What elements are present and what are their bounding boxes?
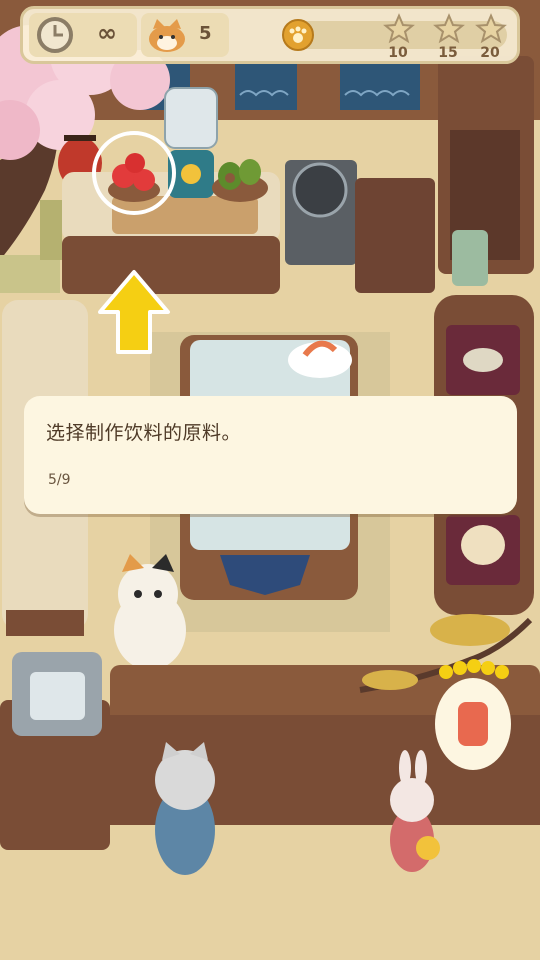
paw-coin-icon bbox=[282, 19, 314, 51]
hud-bar: ∞ 5 10 15 20 bbox=[20, 6, 520, 64]
timer-value: ∞ bbox=[97, 19, 117, 47]
grey-cat-customer[interactable] bbox=[155, 742, 215, 875]
shiba-count: 5 bbox=[199, 23, 212, 44]
shiba-slot: 5 bbox=[141, 13, 229, 57]
tutorial-step-counter: 5/9 bbox=[48, 472, 71, 488]
timer-slot: ∞ bbox=[29, 13, 137, 57]
star-icon bbox=[475, 13, 507, 44]
cash-register[interactable] bbox=[12, 652, 102, 736]
tutorial-message: 选择制作饮料的原料。 bbox=[46, 422, 242, 444]
star-goal-label: 20 bbox=[480, 45, 500, 61]
star-icon bbox=[433, 13, 465, 44]
tutorial-dialog[interactable]: 选择制作饮料的原料。 5/9 bbox=[24, 396, 517, 514]
star-goal-label: 10 bbox=[388, 45, 408, 61]
shiba-dog-icon bbox=[149, 19, 185, 52]
star-goal-label: 15 bbox=[438, 45, 458, 61]
clock-icon bbox=[37, 17, 73, 53]
star-icon bbox=[383, 13, 415, 44]
dish-shelf bbox=[438, 56, 534, 286]
